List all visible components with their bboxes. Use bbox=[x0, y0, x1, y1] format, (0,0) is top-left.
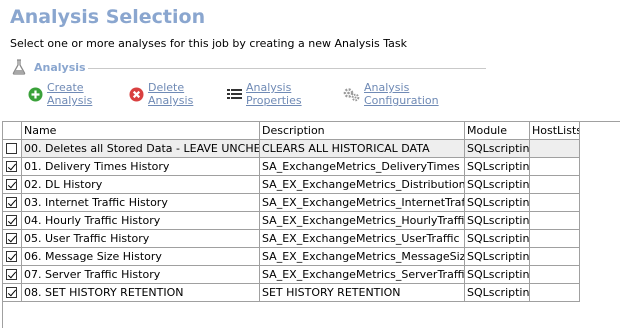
column-header-name[interactable]: Name bbox=[22, 122, 260, 140]
analysis-grid: Name Description Module HostLists 00. De… bbox=[2, 121, 620, 328]
analysis-module-cell[interactable]: SQLscripting bbox=[465, 176, 530, 194]
analysis-description-cell[interactable]: SA_EX_ExchangeMetrics_UserTraffic bbox=[260, 230, 465, 248]
analysis-section-header: Analysis bbox=[12, 59, 486, 79]
add-icon bbox=[28, 87, 43, 102]
analysis-hostlists-cell[interactable] bbox=[530, 284, 580, 302]
table-row[interactable]: 01. Delivery Times History SA_ExchangeMet… bbox=[3, 158, 620, 176]
create-analysis-label: Create Analysis bbox=[47, 81, 93, 107]
page-title: Analysis Selection bbox=[10, 6, 206, 28]
row-checkbox[interactable] bbox=[6, 287, 17, 298]
analysis-module-cell[interactable]: SQLscripting bbox=[465, 212, 530, 230]
analysis-module-cell[interactable]: SQLscripting bbox=[465, 194, 530, 212]
row-checkbox-cell[interactable] bbox=[3, 284, 22, 302]
flask-icon bbox=[12, 59, 26, 80]
analysis-hostlists-cell[interactable] bbox=[530, 194, 580, 212]
analysis-configuration-button[interactable]: Analysis Configuration bbox=[343, 81, 439, 107]
row-checkbox[interactable] bbox=[6, 269, 17, 280]
column-header-description[interactable]: Description bbox=[260, 122, 465, 140]
analysis-hostlists-cell[interactable] bbox=[530, 176, 580, 194]
analysis-name-cell[interactable]: 08. SET HISTORY RETENTION bbox=[22, 284, 260, 302]
section-divider bbox=[88, 68, 486, 69]
table-row[interactable]: 07. Server Traffic History SA_EX_Exchange… bbox=[3, 266, 620, 284]
row-checkbox[interactable] bbox=[6, 161, 17, 172]
analysis-hostlists-cell[interactable] bbox=[530, 266, 580, 284]
analysis-name-cell[interactable]: 01. Delivery Times History bbox=[22, 158, 260, 176]
analysis-description-cell[interactable]: SA_EX_ExchangeMetrics_DistributionLists bbox=[260, 176, 465, 194]
analysis-name-cell[interactable]: 04. Hourly Traffic History bbox=[22, 212, 260, 230]
analysis-name-cell[interactable]: 07. Server Traffic History bbox=[22, 266, 260, 284]
analysis-name-cell[interactable]: 02. DL History bbox=[22, 176, 260, 194]
row-checkbox-cell[interactable] bbox=[3, 176, 22, 194]
analysis-properties-label: Analysis Properties bbox=[246, 81, 302, 107]
analysis-description-cell[interactable]: SA_EX_ExchangeMetrics_ServerTraffic bbox=[260, 266, 465, 284]
section-label: Analysis bbox=[34, 61, 86, 74]
row-checkbox[interactable] bbox=[6, 251, 17, 262]
analysis-name-cell[interactable]: 06. Message Size History bbox=[22, 248, 260, 266]
page-subtitle: Select one or more analyses for this job… bbox=[10, 37, 408, 50]
table-row[interactable]: 05. User Traffic History SA_EX_ExchangeMe… bbox=[3, 230, 620, 248]
grid-header-row: Name Description Module HostLists bbox=[3, 122, 620, 140]
analysis-description-cell[interactable]: SA_ExchangeMetrics_DeliveryTimes bbox=[260, 158, 465, 176]
analysis-module-cell[interactable]: SQLscripting bbox=[465, 284, 530, 302]
analysis-module-cell[interactable]: SQLscripting bbox=[465, 158, 530, 176]
analysis-name-cell[interactable]: 05. User Traffic History bbox=[22, 230, 260, 248]
column-header-check[interactable] bbox=[3, 122, 22, 140]
table-row[interactable]: 04. Hourly Traffic History SA_EX_Exchange… bbox=[3, 212, 620, 230]
analysis-hostlists-cell[interactable] bbox=[530, 230, 580, 248]
row-checkbox[interactable] bbox=[6, 143, 17, 154]
table-row[interactable]: 02. DL History SA_EX_ExchangeMetrics_Dist… bbox=[3, 176, 620, 194]
gears-icon bbox=[343, 87, 360, 102]
analysis-hostlists-cell[interactable] bbox=[530, 248, 580, 266]
analysis-module-cell[interactable]: SQLscripting bbox=[465, 248, 530, 266]
row-checkbox-cell[interactable] bbox=[3, 230, 22, 248]
analysis-properties-button[interactable]: Analysis Properties bbox=[227, 81, 302, 107]
analysis-description-cell[interactable]: SET HISTORY RETENTION bbox=[260, 284, 465, 302]
analysis-hostlists-cell[interactable] bbox=[530, 158, 580, 176]
row-checkbox-cell[interactable] bbox=[3, 266, 22, 284]
delete-analysis-button[interactable]: Delete Analysis bbox=[129, 81, 193, 107]
analysis-name-cell[interactable]: 00. Deletes all Stored Data - LEAVE UNCH… bbox=[22, 140, 260, 158]
list-icon bbox=[227, 87, 242, 102]
create-analysis-button[interactable]: Create Analysis bbox=[28, 81, 92, 107]
analysis-hostlists-cell[interactable] bbox=[530, 140, 580, 158]
row-checkbox-cell[interactable] bbox=[3, 248, 22, 266]
row-checkbox-cell[interactable] bbox=[3, 212, 22, 230]
table-row[interactable]: 03. Internet Traffic History SA_EX_Exchan… bbox=[3, 194, 620, 212]
analysis-name-cell[interactable]: 03. Internet Traffic History bbox=[22, 194, 260, 212]
column-header-module[interactable]: Module bbox=[465, 122, 530, 140]
delete-icon bbox=[129, 87, 144, 102]
analysis-description-cell[interactable]: CLEARS ALL HISTORICAL DATA bbox=[260, 140, 465, 158]
row-checkbox-cell[interactable] bbox=[3, 140, 22, 158]
row-checkbox[interactable] bbox=[6, 233, 17, 244]
analysis-description-cell[interactable]: SA_EX_ExchangeMetrics_InternetTraffic bbox=[260, 194, 465, 212]
delete-analysis-label: Delete Analysis bbox=[148, 81, 194, 107]
table-row[interactable]: 06. Message Size History SA_EX_ExchangeMe… bbox=[3, 248, 620, 266]
analysis-hostlists-cell[interactable] bbox=[530, 212, 580, 230]
row-checkbox[interactable] bbox=[6, 197, 17, 208]
analysis-module-cell[interactable]: SQLscripting bbox=[465, 266, 530, 284]
table-row[interactable]: 08. SET HISTORY RETENTION SET HISTORY RET… bbox=[3, 284, 620, 302]
row-checkbox-cell[interactable] bbox=[3, 194, 22, 212]
column-header-hostlists[interactable]: HostLists bbox=[530, 122, 580, 140]
analysis-configuration-label: Analysis Configuration bbox=[364, 81, 439, 107]
row-checkbox[interactable] bbox=[6, 215, 17, 226]
analysis-module-cell[interactable]: SQLscripting bbox=[465, 230, 530, 248]
analysis-description-cell[interactable]: SA_EX_ExchangeMetrics_HourlyTraffic bbox=[260, 212, 465, 230]
table-row[interactable]: 00. Deletes all Stored Data - LEAVE UNCH… bbox=[3, 140, 620, 158]
analysis-module-cell[interactable]: SQLscripting bbox=[465, 140, 530, 158]
row-checkbox-cell[interactable] bbox=[3, 158, 22, 176]
row-checkbox[interactable] bbox=[6, 179, 17, 190]
analysis-description-cell[interactable]: SA_EX_ExchangeMetrics_MessageSize bbox=[260, 248, 465, 266]
